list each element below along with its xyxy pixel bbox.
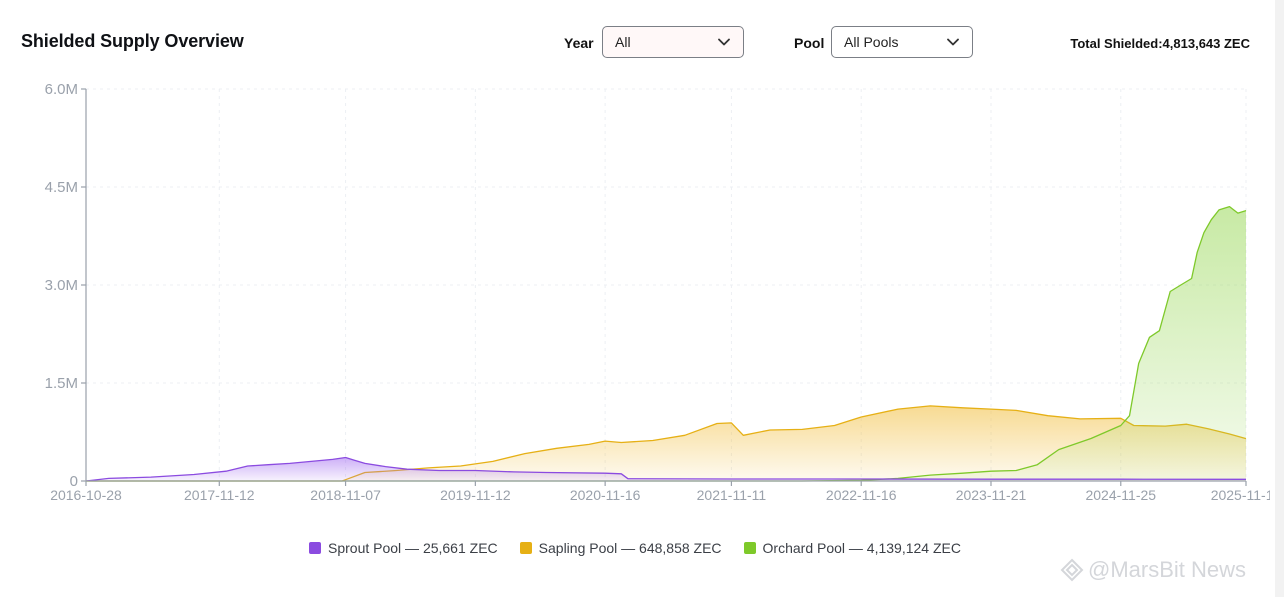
watermark: @MarsBit News [1060,557,1246,583]
x-tick-label-0: 2016-10-28 [50,487,122,503]
x-tick-label-2: 2018-11-07 [310,487,381,503]
x-tick-label-5: 2021-11-11 [697,487,767,503]
watermark-text: @MarsBit News [1088,557,1247,582]
legend-swatch-orchard [743,542,756,554]
x-tick-label-4: 2020-11-16 [570,487,641,503]
x-tick-label-7: 2023-11-21 [956,487,1027,503]
legend-label-sprout: Sprout Pool — 25,661 ZEC [328,540,498,556]
shielded-supply-chart: 01.5M3.0M4.5M6.0M2016-10-28 2017-11-12 201… [45,81,1270,503]
x-tick-label-1: 2017-11-12 [184,487,255,503]
x-tick-label-9: 2025-11-17 [1211,487,1270,503]
legend-item-orchard[interactable]: Orchard Pool — 4,139,124 ZEC [743,540,961,556]
legend-swatch-sprout [309,542,321,554]
x-tick-label-6: 2022-11-16 [826,487,897,503]
legend-label-orchard: Orchard Pool — 4,139,124 ZEC [762,540,961,556]
legend-item-sapling[interactable]: Sapling Pool — 648,858 ZEC [519,540,722,556]
legend-item-sprout[interactable]: Sprout Pool — 25,661 ZEC [309,540,498,556]
y-tick-label-3: 4.5M [45,179,78,196]
y-tick-label-1: 1.5M [45,375,78,392]
chart-legend: Sprout Pool — 25,661 ZEC Sapling Pool — … [0,540,1270,556]
y-tick-label-4: 6.0M [45,81,78,98]
y-tick-label-2: 3.0M [45,277,78,294]
series-areas [85,205,1247,482]
legend-swatch-sapling [519,542,532,554]
x-tick-label-3: 2019-11-12 [440,487,511,503]
legend-label-sapling: Sapling Pool — 648,858 ZEC [538,540,722,556]
x-tick-label-8: 2024-11-25 [1085,487,1156,503]
page-scrollbar[interactable] [1275,0,1284,597]
diamond-logo-icon [1060,558,1084,582]
